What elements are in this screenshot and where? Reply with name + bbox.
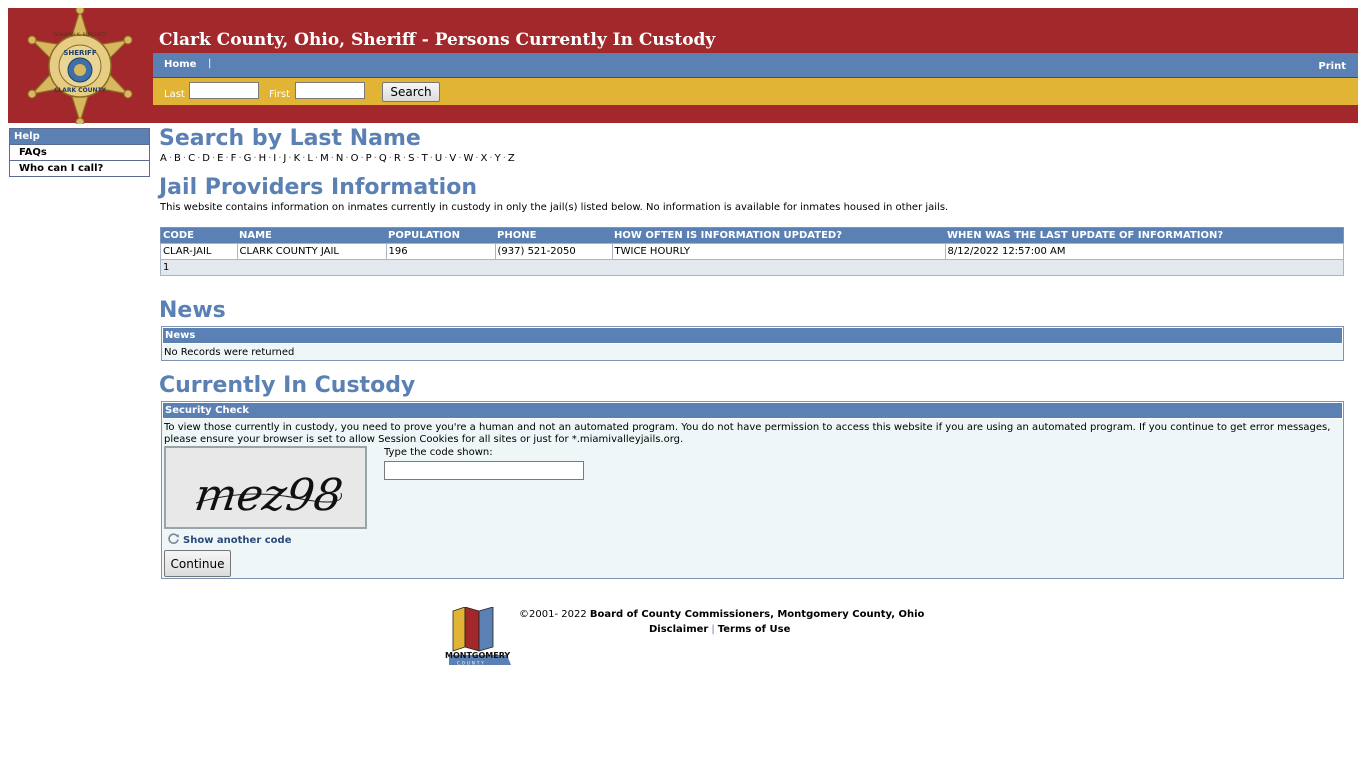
search-bar: Last First Search xyxy=(153,78,1358,105)
footer-link-separator: | xyxy=(711,624,715,635)
letter-link-y[interactable]: Y xyxy=(495,153,501,164)
column-header-population: POPULATION xyxy=(386,227,495,244)
letter-separator: · xyxy=(502,153,506,164)
letter-separator: · xyxy=(168,153,173,164)
copyright-owner: Board of County Commissioners, Montgomer… xyxy=(589,609,925,620)
help-sidebar: Help FAQs Who can I call? xyxy=(9,128,150,177)
sidebar-item-faqs[interactable]: FAQs xyxy=(10,144,149,160)
letter-separator: · xyxy=(225,153,229,164)
jail-providers-table: CODE NAME POPULATION PHONE HOW OFTEN IS … xyxy=(160,227,1344,276)
table-header-row: CODE NAME POPULATION PHONE HOW OFTEN IS … xyxy=(160,227,1344,244)
alphabet-links: A · B · C · D · E · F · G · H · I · J · K · L · M · N · O · P · Q · R · S · T ·… xyxy=(160,153,515,164)
sidebar-header: Help xyxy=(10,129,149,144)
news-title: News xyxy=(159,298,226,323)
cell-name: CLARK COUNTY JAIL xyxy=(236,243,387,260)
cell-last-update: 8/12/2022 12:57:00 AM xyxy=(944,243,1344,260)
last-name-label: Last xyxy=(164,89,185,100)
search-button[interactable]: Search xyxy=(382,82,440,102)
disclaimer-link[interactable]: Disclaimer xyxy=(649,624,708,635)
letter-link-t[interactable]: T xyxy=(422,153,428,164)
first-name-input[interactable] xyxy=(295,82,365,99)
show-another-code-label: Show another code xyxy=(183,535,292,546)
page-title: Clark County, Ohio, Sheriff - Persons Cu… xyxy=(159,30,716,50)
continue-button[interactable]: Continue xyxy=(164,550,231,577)
letter-separator: · xyxy=(360,153,364,164)
letter-separator: · xyxy=(238,153,242,164)
captcha-image: mez98 xyxy=(164,446,367,529)
sidebar-item-who-can-i-call[interactable]: Who can I call? xyxy=(10,160,149,176)
letter-link-h[interactable]: H xyxy=(259,153,267,164)
letter-separator: · xyxy=(489,153,493,164)
news-empty-message: No Records were returned xyxy=(164,347,295,358)
letter-separator: · xyxy=(314,153,319,164)
letter-separator: · xyxy=(429,153,433,164)
cell-population: 196 xyxy=(385,243,496,260)
sheriff-badge-logo: SHERIFF DEBORAH K. BURCHETT CLARK COUNTY xyxy=(22,5,138,127)
nav-separator: | xyxy=(208,58,212,69)
letter-link-q[interactable]: Q xyxy=(379,153,387,164)
nav-bar: Home | Print xyxy=(153,53,1358,77)
table-row: CLAR-JAIL CLARK COUNTY JAIL 196 (937) 52… xyxy=(160,243,1344,260)
letter-link-p[interactable]: P xyxy=(366,153,372,164)
first-name-label: First xyxy=(269,89,291,100)
letter-link-z[interactable]: Z xyxy=(508,153,515,164)
news-panel: News No Records were returned xyxy=(161,326,1344,361)
captcha-code-input[interactable] xyxy=(384,461,584,480)
badge-sheriff-text: SHERIFF xyxy=(63,49,96,57)
badge-name-text: DEBORAH K. BURCHETT xyxy=(53,32,107,38)
letter-link-w[interactable]: W xyxy=(463,153,473,164)
column-header-update-frequency: HOW OFTEN IS INFORMATION UPDATED? xyxy=(612,227,945,244)
letter-separator: · xyxy=(416,153,420,164)
letter-separator: · xyxy=(402,153,407,164)
letter-separator: · xyxy=(288,153,292,164)
currently-in-custody-title: Currently In Custody xyxy=(159,373,416,398)
letter-separator: · xyxy=(388,153,392,164)
letter-link-b[interactable]: B xyxy=(174,153,181,164)
footer-copyright: ©2001- 2022 Board of County Commissioner… xyxy=(519,609,924,620)
jail-providers-title: Jail Providers Information xyxy=(159,175,478,200)
cell-code: CLAR-JAIL xyxy=(160,243,238,260)
refresh-icon xyxy=(167,532,180,548)
letter-separator: · xyxy=(345,153,349,164)
logo-county-text: COUNTY xyxy=(457,661,486,666)
cell-update-frequency: TWICE HOURLY xyxy=(611,243,946,260)
news-panel-header: News xyxy=(162,327,1343,344)
badge-county-text: CLARK COUNTY xyxy=(54,87,107,94)
terms-of-use-link[interactable]: Terms of Use xyxy=(718,624,791,635)
code-input-label: Type the code shown: xyxy=(384,447,493,458)
column-header-code: CODE xyxy=(160,227,237,244)
nav-print-link[interactable]: Print xyxy=(1318,61,1346,72)
logo-montgomery-text: MONTGOMERY xyxy=(445,651,510,660)
site-header: SHERIFF DEBORAH K. BURCHETT CLARK COUNTY… xyxy=(8,5,1358,127)
copyright-prefix: ©2001- 2022 xyxy=(519,609,590,620)
show-another-code-link[interactable]: Show another code xyxy=(167,532,291,548)
security-check-instructions: To view those currently in custody, you … xyxy=(164,422,1331,445)
letter-separator: · xyxy=(330,153,334,164)
cell-phone: (937) 521-2050 xyxy=(494,243,613,260)
pager-page-number: 1 xyxy=(160,259,1344,276)
letter-link-r[interactable]: R xyxy=(394,153,401,164)
last-name-input[interactable] xyxy=(189,82,259,99)
jail-providers-description: This website contains information on inm… xyxy=(160,202,949,213)
letter-link-d[interactable]: D xyxy=(202,153,210,164)
table-pager-row: 1 xyxy=(160,259,1344,276)
letter-link-m[interactable]: M xyxy=(320,153,329,164)
search-by-last-name-title: Search by Last Name xyxy=(159,126,421,151)
column-header-name: NAME xyxy=(237,227,386,244)
security-check-header: Security Check xyxy=(162,402,1343,419)
montgomery-county-logo: MONTGOMERY COUNTY xyxy=(443,606,513,667)
letter-link-a[interactable]: A xyxy=(160,153,167,164)
column-header-phone: PHONE xyxy=(495,227,612,244)
nav-home-link[interactable]: Home xyxy=(164,59,196,70)
letter-separator: · xyxy=(373,153,377,164)
letter-separator: · xyxy=(253,153,257,164)
captcha-text: mez98 xyxy=(192,470,346,521)
letter-separator: · xyxy=(475,153,479,164)
column-header-last-update: WHEN WAS THE LAST UPDATE OF INFORMATION? xyxy=(945,227,1344,244)
footer-links: Disclaimer | Terms of Use xyxy=(649,624,790,635)
security-check-panel: Security Check To view those currently i… xyxy=(161,401,1344,579)
